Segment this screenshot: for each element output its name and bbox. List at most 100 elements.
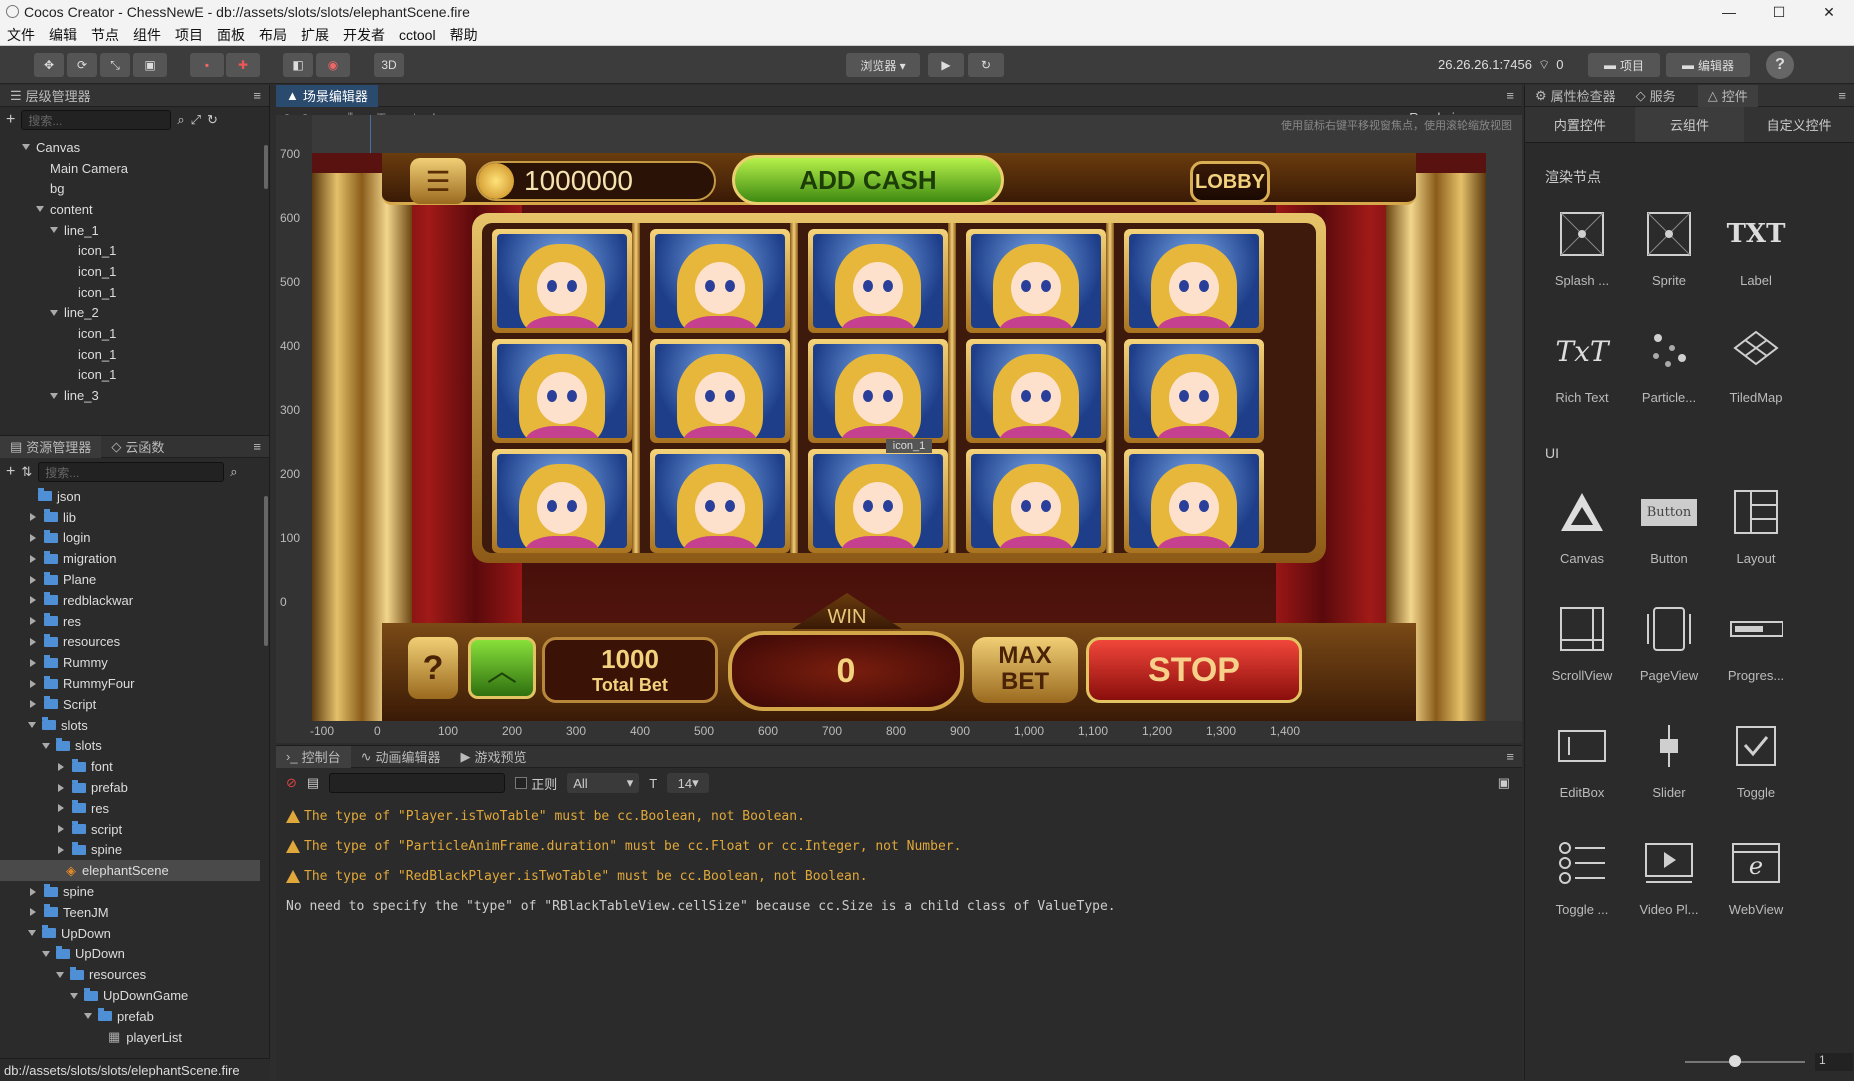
help-game-button[interactable]: ? bbox=[408, 637, 458, 699]
hierarchy-node[interactable]: line_2 bbox=[0, 303, 269, 324]
slot-symbol[interactable] bbox=[966, 339, 1106, 443]
expand-arrow-icon[interactable] bbox=[50, 227, 58, 234]
control-item[interactable]: PageView bbox=[1626, 602, 1712, 702]
expand-arrow-icon[interactable] bbox=[84, 1013, 92, 1020]
hierarchy-tab[interactable]: ☰ 层级管理器 bbox=[0, 85, 101, 107]
asset-item[interactable]: script bbox=[0, 819, 269, 840]
console-log-entry[interactable]: The type of "Player.isTwoTable" must be … bbox=[276, 802, 1522, 832]
search-icon[interactable]: ⌕ bbox=[177, 112, 184, 128]
clear-icon[interactable]: ⊘ bbox=[286, 775, 297, 791]
assets-search-input[interactable]: 搜索... bbox=[38, 462, 225, 482]
local-global-button[interactable]: ✚ bbox=[226, 53, 260, 77]
service-tab[interactable]: ◇ 服务 bbox=[1626, 85, 1686, 107]
add-cash-button[interactable]: ADD CASH bbox=[732, 155, 1004, 205]
control-item[interactable]: TiledMap bbox=[1713, 324, 1799, 424]
hierarchy-search-input[interactable]: 搜索... bbox=[21, 110, 172, 130]
play-button[interactable]: ▶ bbox=[928, 53, 964, 77]
control-item[interactable]: Canvas bbox=[1539, 485, 1625, 585]
slot-symbol[interactable] bbox=[1124, 339, 1264, 443]
slot-symbol[interactable] bbox=[1124, 449, 1264, 553]
expand-arrow-icon[interactable] bbox=[42, 742, 50, 749]
animation-editor-tab[interactable]: ∿ 动画编辑器 bbox=[351, 746, 451, 768]
log-file-icon[interactable]: ▤ bbox=[307, 775, 319, 791]
expand-arrow-icon[interactable] bbox=[70, 992, 78, 999]
control-item[interactable]: Layout bbox=[1713, 485, 1799, 585]
slot-symbol[interactable] bbox=[492, 449, 632, 553]
control-item[interactable]: TxT Rich Text bbox=[1539, 324, 1625, 424]
expand-arrow-icon[interactable] bbox=[22, 144, 30, 151]
hierarchy-scrollbar[interactable] bbox=[264, 145, 268, 189]
stop-button[interactable]: STOP bbox=[1086, 637, 1302, 703]
game-canvas[interactable]: ☰ 1000000 ADD CASH LOBBY icon_1 ? ︿ 1000… bbox=[312, 153, 1486, 721]
control-item[interactable]: Particle... bbox=[1626, 324, 1712, 424]
slot-symbol[interactable] bbox=[492, 339, 632, 443]
control-item[interactable]: e WebView bbox=[1713, 836, 1799, 936]
console-log-entry[interactable]: The type of "RedBlackPlayer.isTwoTable" … bbox=[276, 862, 1522, 892]
game-preview-tab[interactable]: ▶ 游戏预览 bbox=[451, 746, 537, 768]
rect-tool-button[interactable]: ▣ bbox=[133, 53, 167, 77]
expand-arrow-icon[interactable] bbox=[30, 513, 36, 522]
console-log-entry[interactable]: No need to specify the "type" of "RBlack… bbox=[276, 892, 1522, 922]
regex-checkbox[interactable]: 正则 bbox=[515, 774, 557, 793]
collapse-icon[interactable]: ▣ bbox=[1498, 775, 1510, 791]
bet-up-button[interactable]: ︿ bbox=[468, 637, 536, 699]
snap-button[interactable]: ◧ bbox=[283, 53, 313, 77]
gizmo-button[interactable]: ◉ bbox=[316, 53, 350, 77]
expand-arrow-icon[interactable] bbox=[58, 762, 64, 771]
slot-symbol[interactable] bbox=[808, 229, 948, 333]
open-project-button[interactable]: ▬ 项目 bbox=[1588, 53, 1660, 77]
menu-node[interactable]: 节点 bbox=[84, 25, 126, 45]
hierarchy-node[interactable]: icon_1 bbox=[0, 282, 269, 303]
expand-arrow-icon[interactable] bbox=[36, 206, 44, 213]
panel-menu-icon[interactable]: ≡ bbox=[1506, 749, 1514, 764]
slot-symbol[interactable] bbox=[492, 229, 632, 333]
asset-item[interactable]: json bbox=[0, 486, 269, 507]
expand-arrow-icon[interactable] bbox=[30, 700, 36, 709]
mode-3d-button[interactable]: 3D bbox=[374, 53, 404, 77]
hierarchy-node[interactable]: icon_1 bbox=[0, 261, 269, 282]
asset-item[interactable]: res bbox=[0, 798, 269, 819]
expand-arrow-icon[interactable] bbox=[30, 908, 36, 917]
slot-symbol[interactable] bbox=[808, 339, 948, 443]
console-log-entry[interactable]: The type of "ParticleAnimFrame.duration"… bbox=[276, 832, 1522, 862]
asset-item[interactable]: spine bbox=[0, 881, 269, 902]
asset-item[interactable]: ▦ playerList bbox=[0, 1027, 269, 1048]
menu-button[interactable]: ☰ bbox=[410, 158, 466, 204]
zoom-slider-thumb[interactable] bbox=[1729, 1055, 1741, 1067]
menu-panel[interactable]: 面板 bbox=[210, 25, 252, 45]
hierarchy-node[interactable]: content bbox=[0, 199, 269, 220]
expand-arrow-icon[interactable] bbox=[56, 971, 64, 978]
slot-symbol[interactable] bbox=[1124, 229, 1264, 333]
hierarchy-node[interactable]: icon_1 bbox=[0, 240, 269, 261]
sort-icon[interactable]: ⇅ bbox=[21, 464, 32, 480]
menu-edit[interactable]: 编辑 bbox=[42, 25, 84, 45]
expand-arrow-icon[interactable] bbox=[58, 845, 64, 854]
asset-item[interactable]: prefab bbox=[0, 1006, 269, 1027]
expand-arrow-icon[interactable] bbox=[58, 804, 64, 813]
asset-item[interactable]: prefab bbox=[0, 777, 269, 798]
asset-item[interactable]: TeenJM bbox=[0, 902, 269, 923]
menu-layout[interactable]: 布局 bbox=[252, 25, 294, 45]
zoom-value-input[interactable]: 1 bbox=[1815, 1053, 1853, 1071]
pivot-button[interactable]: ▪ bbox=[190, 53, 224, 77]
custom-controls-tab[interactable]: 自定义控件 bbox=[1744, 107, 1854, 142]
hierarchy-node[interactable]: icon_1 bbox=[0, 344, 269, 365]
inspector-tab[interactable]: ⚙ 属性检查器 bbox=[1525, 85, 1626, 107]
zoom-slider-track[interactable] bbox=[1685, 1061, 1805, 1063]
asset-item[interactable]: Rummy bbox=[0, 652, 269, 673]
expand-arrow-icon[interactable] bbox=[58, 783, 64, 792]
asset-item[interactable]: login bbox=[0, 528, 269, 549]
menu-file[interactable]: 文件 bbox=[0, 25, 42, 45]
cloud-components-tab[interactable]: 云组件 bbox=[1634, 107, 1745, 142]
asset-item[interactable]: UpDownGame bbox=[0, 985, 269, 1006]
control-item[interactable]: EditBox bbox=[1539, 719, 1625, 819]
move-tool-button[interactable]: ✥ bbox=[34, 53, 64, 77]
panel-menu-icon[interactable]: ≡ bbox=[1506, 88, 1514, 103]
create-asset-button[interactable]: + bbox=[6, 463, 15, 481]
asset-item[interactable]: resources bbox=[0, 964, 269, 985]
asset-item[interactable]: UpDown bbox=[0, 944, 269, 965]
scale-tool-button[interactable]: ⤡ bbox=[100, 53, 130, 77]
control-item[interactable]: Video Pl... bbox=[1626, 836, 1712, 936]
asset-item[interactable]: ◈ elephantScene bbox=[0, 860, 260, 882]
control-item[interactable]: Toggle bbox=[1713, 719, 1799, 819]
